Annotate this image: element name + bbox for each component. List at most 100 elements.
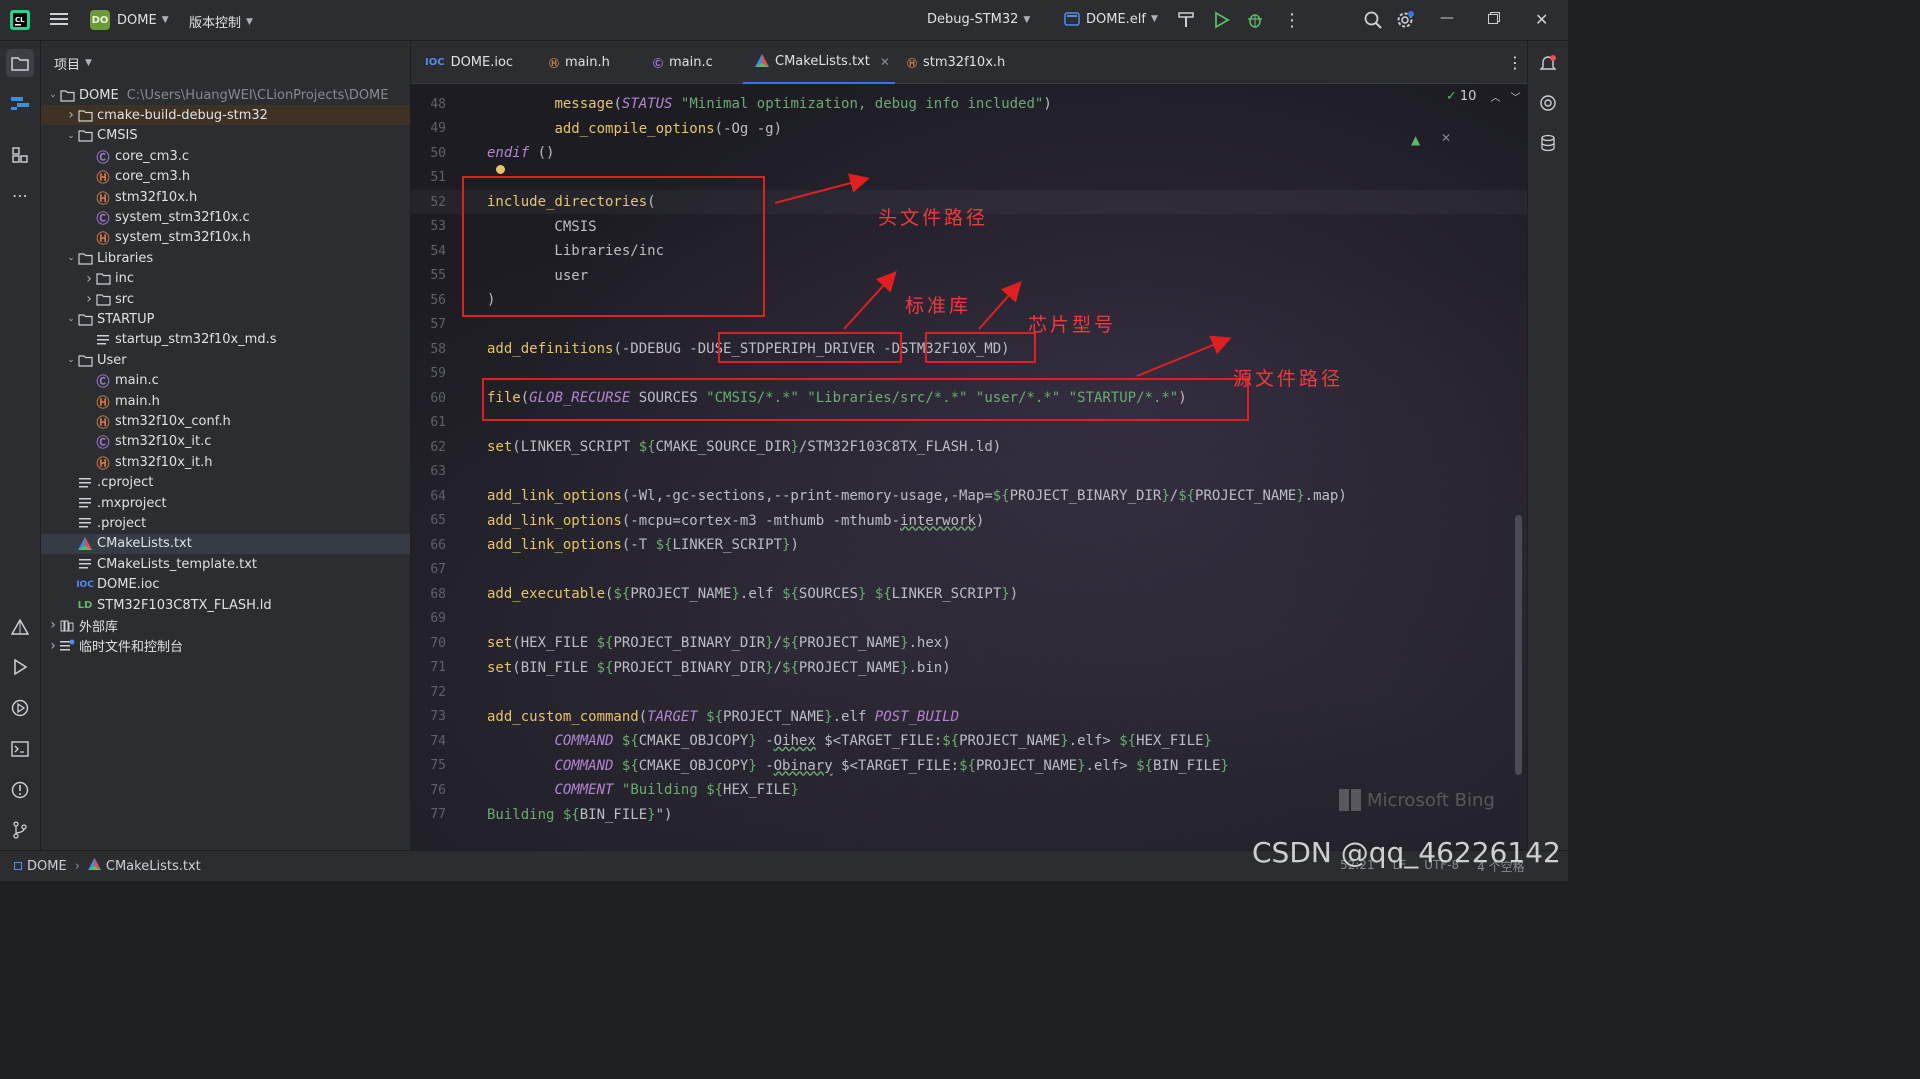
services-icon[interactable] (6, 694, 34, 722)
run-tool-icon[interactable] (6, 653, 34, 681)
tree-item[interactable]: Ⓗstm32f10x_conf.h (41, 411, 410, 431)
project-name: DOME (117, 12, 157, 28)
chevron-right-icon[interactable]: › (47, 617, 59, 633)
tree-item-label: startup_stm32f10x_md.s (115, 332, 277, 348)
tree-item[interactable]: startup_stm32f10x_md.s (41, 330, 410, 350)
clion-logo[interactable]: CL (10, 10, 30, 30)
tree-item[interactable]: .mxproject (41, 493, 410, 513)
tab-cmakelists[interactable]: CMakeLists.txt ✕ (743, 41, 895, 84)
project-switcher[interactable]: DO DOME ▼ (90, 10, 169, 30)
chevron-right-icon[interactable]: › (65, 107, 77, 123)
tree-item[interactable]: ⌄ Libraries (41, 248, 410, 268)
tree-item[interactable]: IOC DOME.ioc (41, 575, 410, 595)
close-tab-icon[interactable]: ✕ (880, 55, 890, 69)
tree-item-label: CMakeLists.txt (97, 536, 192, 552)
tree-item[interactable]: Ⓗcore_cm3.h (41, 167, 410, 187)
tree-item[interactable]: Ⓒstm32f10x_it.c (41, 432, 410, 452)
tree-item[interactable]: Ⓒmain.c (41, 371, 410, 391)
tree-item[interactable]: Ⓒcore_cm3.c (41, 146, 410, 166)
tree-item[interactable]: Ⓗsystem_stm32f10x.h (41, 228, 410, 248)
target-label: DOME.elf (1086, 11, 1146, 27)
tree-item[interactable]: Ⓒsystem_stm32f10x.c (41, 207, 410, 227)
tab-options-icon[interactable]: ⋮ (1495, 41, 1527, 84)
chevron-down-icon[interactable]: ⌄ (65, 131, 77, 141)
project-panel-header[interactable]: 项目 ▼ (41, 41, 410, 85)
tree-item-label: DOME (79, 87, 119, 103)
minimize-icon[interactable]: — (1440, 10, 1454, 26)
folder-icon (77, 128, 93, 144)
database-icon[interactable] (1534, 129, 1562, 157)
terminal-icon[interactable] (6, 735, 34, 763)
tab-dome-ioc[interactable]: IOC DOME.ioc (413, 41, 525, 84)
structure-icon[interactable] (6, 141, 34, 169)
ai-assistant-icon[interactable] (1534, 89, 1562, 117)
chevron-right-icon[interactable]: › (83, 271, 95, 287)
tree-item[interactable]: › 临时文件和控制台 (41, 636, 410, 656)
cmake-file-icon (87, 858, 101, 874)
tree-item[interactable]: ⌄ DOME C:\Users\HuangWEI\CLionProjects\DOM… (41, 85, 410, 105)
tree-item[interactable]: Ⓗmain.h (41, 391, 410, 411)
build-hammer-icon[interactable] (1177, 11, 1195, 29)
editor-scrollbar[interactable] (1515, 515, 1522, 775)
main-menu-icon[interactable] (50, 11, 68, 27)
folder-icon (95, 291, 111, 307)
svg-text:CL: CL (15, 16, 25, 24)
more-actions-icon[interactable]: ⋮ (1283, 10, 1301, 31)
target-selector[interactable]: DOME.elf ▼ (1064, 11, 1158, 27)
notifications-bell-icon[interactable] (1534, 49, 1562, 77)
tree-item-label: CMSIS (97, 128, 138, 144)
tree-item[interactable]: › 外部库 (41, 615, 410, 635)
tab-main-h[interactable]: Ⓗ main.h (537, 41, 622, 84)
code-editor[interactable]: 48 message(STATUS "Minimal optimization,… (411, 85, 1527, 850)
restore-icon[interactable] (1488, 12, 1500, 24)
tree-item[interactable]: Ⓗstm32f10x_it.h (41, 452, 410, 472)
tab-label: DOME.ioc (450, 55, 514, 70)
run-config-selector[interactable]: Debug-STM32 ▼ (927, 12, 1030, 27)
breadcrumb-file[interactable]: CMakeLists.txt (106, 859, 201, 874)
tab-stm32f10x-h[interactable]: Ⓗ stm32f10x.h (895, 41, 1017, 84)
project-folder-icon[interactable] (6, 49, 34, 77)
run-config-label: Debug-STM32 (927, 12, 1019, 27)
tree-item[interactable]: LD STM32F103C8TX_FLASH.ld (41, 595, 410, 615)
tree-item[interactable]: › cmake-build-debug-stm32 (41, 105, 410, 126)
tree-item[interactable]: CMakeLists.txt (41, 533, 410, 554)
tree-item[interactable]: CMakeLists_template.txt (41, 554, 410, 574)
more-tools-icon[interactable]: ⋯ (6, 181, 34, 209)
debug-icon[interactable] (1246, 11, 1264, 29)
chevron-down-icon[interactable]: ⌄ (65, 314, 77, 324)
problems-icon[interactable] (6, 776, 34, 804)
chevron-down-icon[interactable]: ⌄ (65, 355, 77, 365)
annotation-chip-model: 芯片型号 (1028, 314, 1117, 336)
tree-item[interactable]: .cproject (41, 473, 410, 493)
search-icon[interactable] (1364, 11, 1382, 29)
chevron-right-icon[interactable]: › (47, 638, 59, 654)
close-window-icon[interactable]: ✕ (1535, 10, 1548, 29)
ioc-file-icon: IOC (76, 579, 94, 590)
breadcrumb-project[interactable]: DOME (27, 859, 67, 874)
tree-item[interactable]: ⌄ CMSIS (41, 126, 410, 146)
chevron-down-icon[interactable]: ⌄ (47, 90, 59, 100)
tree-item[interactable]: › src (41, 289, 410, 309)
header-file-icon: Ⓗ (907, 59, 917, 70)
project-panel-title: 项目 (54, 57, 81, 73)
tree-item-label: CMakeLists_template.txt (97, 556, 258, 572)
tree-item-label: .project (97, 515, 147, 531)
tab-main-c[interactable]: Ⓒ main.c (641, 41, 725, 84)
git-icon[interactable] (6, 816, 34, 844)
tree-item[interactable]: .project (41, 513, 410, 533)
tree-item[interactable]: › inc (41, 269, 410, 289)
chevron-down-icon[interactable]: ⌄ (65, 253, 77, 263)
tree-item[interactable]: ⌄ STARTUP (41, 309, 410, 329)
cmake-stm-icon[interactable] (6, 89, 34, 117)
cmake-triangle-icon[interactable] (6, 613, 34, 641)
chevron-right-icon[interactable]: › (83, 291, 95, 307)
tree-item[interactable]: Ⓗstm32f10x.h (41, 187, 410, 207)
vcs-menu[interactable]: 版本控制 ▼ (189, 12, 253, 31)
tree-item-label: stm32f10x_conf.h (115, 413, 231, 429)
library-icon (59, 617, 75, 633)
tree-item-label: STARTUP (97, 311, 155, 327)
tree-item[interactable]: ⌄ User (41, 350, 410, 370)
tab-label: CMakeLists.txt (775, 54, 870, 69)
run-icon[interactable] (1212, 11, 1230, 29)
settings-gear-icon[interactable] (1395, 10, 1415, 30)
